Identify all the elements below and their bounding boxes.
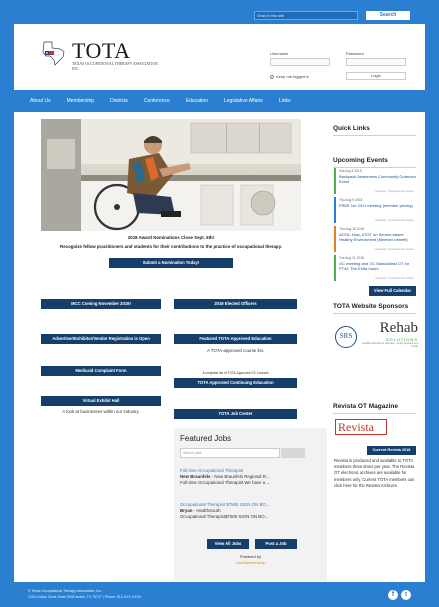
powered-by-label: Powered by — [239, 554, 262, 559]
submit-nomination-button[interactable]: Submit a Nomination Today! — [109, 258, 233, 268]
event-date: Tue Aug 21 2018 — [339, 256, 364, 260]
remember-me[interactable]: Keep me logged in — [270, 74, 309, 79]
srs-sponsor-logo[interactable]: SRS — [335, 326, 357, 348]
revista-logo-text: Revista — [338, 420, 374, 434]
top-bar: Search this site Search — [14, 7, 425, 24]
job-company: New Braunfels — [180, 474, 211, 479]
nav-education[interactable]: Education — [186, 98, 208, 104]
username-label: Username — [270, 51, 289, 56]
divider — [333, 313, 416, 314]
nav-links[interactable]: Links — [279, 98, 291, 104]
job-listing[interactable]: Full-time Occupational Therapist New Bra… — [180, 468, 324, 486]
view-full-calendar-button[interactable]: View Full Calendar — [369, 286, 416, 296]
event-item[interactable]: Tue Aug 21 2018 OC meeting and OC Manual… — [334, 255, 416, 281]
view-all-jobs-button[interactable]: View All Jobs — [207, 539, 249, 549]
nav-about-us[interactable]: About Us — [30, 98, 51, 104]
event-date: Thu Aug 9 2018 — [339, 198, 363, 202]
event-title[interactable]: OC meeting and OC Manual/last OT for PT&… — [339, 261, 417, 271]
ce-note: A complete list of TOTA-Approved CE Cour… — [202, 371, 269, 375]
password-label: Password — [346, 51, 364, 56]
event-date: Thu Aug 16 2018 — [339, 227, 365, 231]
footer-copyright: © Texas Occupational Therapy Association… — [28, 589, 103, 593]
magazine-heading: Revista OT Magazine — [333, 403, 399, 410]
featured-jobs-title: Featured Jobs — [180, 434, 232, 443]
event-item[interactable]: Sat Aug 4 2018 Backpack Awareness Commun… — [334, 168, 416, 194]
hero-image[interactable] — [41, 119, 301, 231]
hero-subcaption: Recognize fellow practitioners and stude… — [60, 244, 282, 249]
revista-logo[interactable]: Revista — [335, 419, 387, 435]
event-date: Sat Aug 4 2018 — [339, 169, 362, 173]
nav-legislative-affairs[interactable]: Legislative Affairs — [224, 98, 263, 104]
site-footer: © Texas Occupational Therapy Association… — [14, 582, 425, 607]
sponsors-heading: TOTA Website Sponsors — [333, 303, 409, 310]
job-description: Occupational Therapist$7500 SIGN ON BO..… — [180, 514, 269, 519]
post-job-button[interactable]: Post a Job — [255, 539, 297, 549]
main-nav: About Us Membership Districts Conference… — [14, 90, 425, 112]
password-field[interactable] — [346, 58, 406, 66]
tota-logo[interactable]: TOTA Texas Occupational Therapy Associat… — [40, 38, 159, 71]
featured-education-button[interactable]: Featured TOTA-Approved Education — [174, 334, 297, 344]
job-employer: - HealthSouth — [192, 508, 221, 513]
radio-icon[interactable] — [270, 74, 274, 79]
remember-label: Keep me logged in — [276, 74, 310, 79]
mcc-button[interactable]: MCC Coming November 2019! — [41, 299, 161, 309]
elected-officers-button[interactable]: 2019 Elected Officers — [174, 299, 297, 309]
login-button[interactable]: Login — [346, 72, 406, 80]
hero-caption: 2018 Award Nominations Close Sept. 6th! — [127, 235, 215, 240]
rehab-solutions-logo[interactable]: Rehab SOLUTIONS Leading the best in reco… — [362, 320, 418, 354]
job-employer: - New Braunfels Regional R... — [210, 474, 270, 479]
nav-districts[interactable]: Districts — [110, 98, 128, 104]
current-revista-button[interactable]: Current Revista 2018 — [367, 446, 416, 455]
event-title[interactable]: Backpack Awareness Community Outreach Ev… — [339, 174, 417, 184]
twitter-icon[interactable]: t — [401, 590, 411, 600]
texas-flag-logo-icon — [42, 41, 65, 66]
approved-ce-button[interactable]: TOTA Approved Continuing Education — [174, 378, 297, 388]
rehab-logo-text: Rehab — [379, 320, 418, 336]
magazine-description: Revista is produced and available to TOT… — [334, 458, 415, 488]
page: Search this site Search TOTA Texas Occup… — [14, 7, 425, 607]
divider — [333, 413, 416, 414]
event-category: Category: Texas Events Center — [375, 218, 414, 222]
virtual-exhibit-button[interactable]: Virtual Exhibit Hall — [41, 396, 161, 406]
exhibit-note: A look at businesses within our industry… — [62, 409, 140, 414]
nav-conference[interactable]: Conference — [144, 98, 170, 104]
site-search-input[interactable]: Search this site — [254, 11, 358, 20]
event-item[interactable]: Thu Aug 9 2018 FREE 1hr CEU meeting (mem… — [334, 197, 416, 223]
job-search-input[interactable]: Search jobs — [180, 448, 280, 458]
job-search-button[interactable] — [281, 448, 305, 458]
medicaid-complaint-button[interactable]: Medicaid Complaint Form — [41, 366, 161, 376]
srs-logo-text: SRS — [339, 332, 353, 340]
event-title[interactable]: AOTA: Now, #TOT on Sensor-based Healthy … — [339, 232, 417, 242]
powered-by-brand[interactable]: YourMembership — [174, 560, 327, 565]
search-button[interactable]: Search — [366, 11, 410, 20]
job-listing[interactable]: Occupational Therapist $7500 SIGN ON BO.… — [180, 502, 324, 520]
site-header: TOTA Texas Occupational Therapy Associat… — [14, 24, 425, 90]
brand-subtitle: Texas Occupational Therapy Association, … — [72, 62, 159, 71]
footer-address: 1204 Cotton Gene Suite 2008 Austin, TX 7… — [28, 595, 142, 599]
job-description: Full-time Occupational Therapist We have… — [180, 480, 271, 485]
hero-photo-illustration — [41, 119, 301, 231]
advertiser-registration-button[interactable]: Advertiser/Exhibitor/Vendor Registration… — [41, 334, 161, 344]
username-field[interactable] — [270, 58, 330, 66]
featured-education-note: A TOTA-approved course list. — [206, 348, 265, 353]
divider — [333, 135, 416, 136]
job-center-button[interactable]: TOTA Job Center — [174, 409, 297, 419]
event-category: Category: Texas Events Center — [375, 189, 414, 193]
brand-name: TOTA — [72, 38, 131, 63]
event-category: Category: Texas Events Center — [375, 247, 414, 251]
nav-membership[interactable]: Membership — [67, 98, 95, 104]
quick-links-heading: Quick Links — [333, 125, 370, 132]
upcoming-events-heading: Upcoming Events — [333, 157, 388, 164]
event-category: Category: Texas Events Center — [375, 276, 414, 280]
rehab-logo-tagline: Leading the best in recovery - every pra… — [362, 342, 418, 348]
featured-jobs-panel: Featured Jobs Search jobs Full-time Occu… — [174, 428, 327, 581]
event-item[interactable]: Thu Aug 16 2018 AOTA: Now, #TOT on Senso… — [334, 226, 416, 252]
job-company: Bryan — [180, 508, 193, 513]
event-title[interactable]: FREE 1hr CEU meeting (member pricing) — [339, 203, 417, 208]
facebook-icon[interactable]: f — [388, 590, 398, 600]
